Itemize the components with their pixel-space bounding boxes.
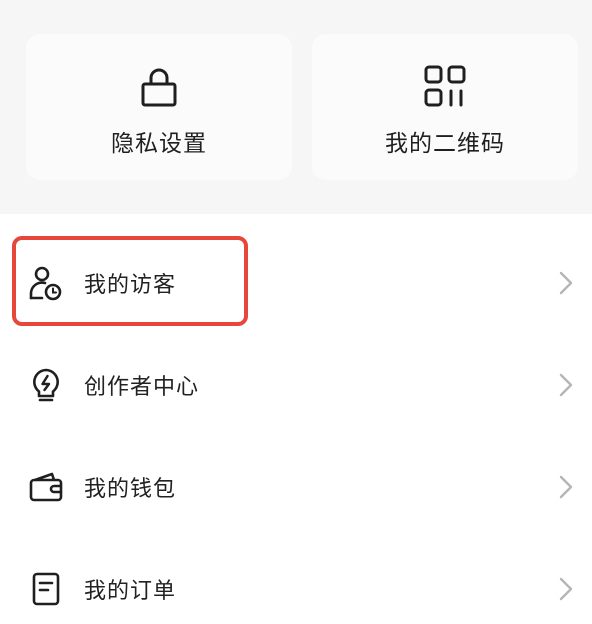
lightbulb-icon	[33, 368, 59, 402]
shortcut-section: 隐私设置 我的二维码	[0, 0, 592, 214]
menu-item-label: 我的钱包	[84, 477, 177, 502]
chevron-right-icon	[559, 577, 573, 601]
chevron-right-icon	[559, 475, 573, 499]
menu-list: 我的访客 创作者中心 我的钱包 我的订单	[0, 214, 592, 624]
privacy-settings-card[interactable]: 隐私设置	[26, 34, 292, 180]
chevron-right-icon	[559, 271, 573, 295]
menu-item-my-wallet[interactable]: 我的钱包	[0, 436, 592, 538]
visitor-icon	[29, 266, 62, 301]
lock-icon	[141, 68, 177, 107]
menu-item-creator-center[interactable]: 创作者中心	[0, 334, 592, 436]
menu-item-my-visitors[interactable]: 我的访客	[0, 232, 592, 334]
qr-code-icon	[424, 65, 466, 107]
privacy-settings-label: 隐私设置	[111, 131, 207, 157]
menu-item-label: 我的订单	[84, 579, 177, 604]
wallet-icon	[29, 472, 63, 502]
order-document-icon	[32, 572, 60, 606]
menu-item-label: 我的访客	[84, 273, 177, 298]
chevron-right-icon	[559, 373, 573, 397]
menu-item-my-orders[interactable]: 我的订单	[0, 538, 592, 624]
menu-item-label: 创作者中心	[84, 375, 200, 400]
my-qr-code-card[interactable]: 我的二维码	[312, 34, 578, 180]
my-qr-code-label: 我的二维码	[385, 131, 505, 157]
